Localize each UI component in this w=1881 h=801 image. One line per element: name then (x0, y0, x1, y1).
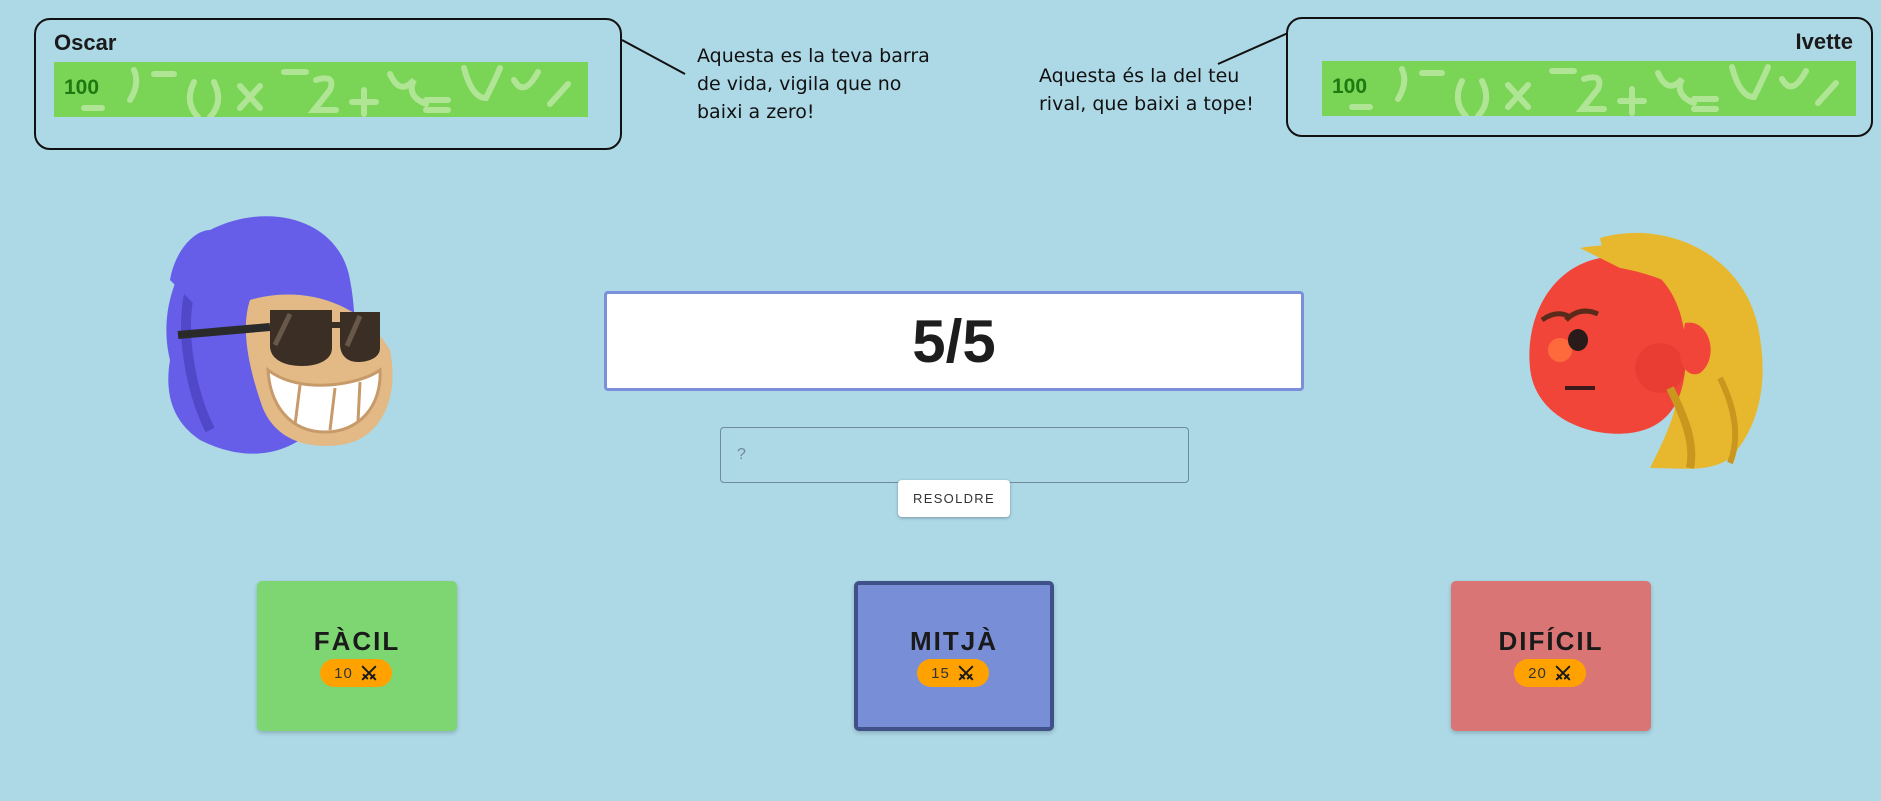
level-title: DIFÍCIL (1498, 626, 1604, 656)
hard-level-card[interactable]: DIFÍCIL 20 (1451, 581, 1651, 731)
math-symbols-pattern (81, 65, 571, 117)
player-health-bar: 100 (54, 62, 588, 117)
points-badge: 15 (917, 659, 989, 687)
points-value: 20 (1528, 664, 1547, 682)
level-title: FÀCIL (313, 626, 401, 656)
player-hp-value: 100 (64, 76, 100, 99)
player-health-panel: Oscar 100 (34, 18, 622, 150)
swords-icon (958, 665, 974, 681)
rival-health-bar: 100 (1322, 61, 1856, 116)
level-title: MITJÀ (910, 626, 998, 656)
points-badge: 20 (1514, 659, 1586, 687)
player-health-tip: Aquesta es la teva barra de vida, vigila… (697, 45, 930, 123)
points-value: 15 (931, 664, 950, 682)
rival-name: Ivette (1795, 29, 1853, 54)
rival-health-tip: Aquesta és la del teu rival, que baixi a… (1039, 65, 1254, 115)
solve-button[interactable]: RESOLDRE (898, 480, 1010, 517)
swords-icon (1555, 665, 1571, 681)
rival-hp-value: 100 (1332, 75, 1368, 98)
swords-icon (361, 665, 377, 681)
player-avatar (166, 216, 393, 454)
answer-input[interactable] (720, 427, 1189, 483)
rival-avatar (1529, 232, 1763, 469)
rival-health-panel: Ivette 100 (1286, 17, 1873, 137)
math-symbols-pattern (1349, 64, 1839, 116)
player-name: Oscar (54, 30, 117, 55)
medium-level-card[interactable]: MITJÀ 15 (854, 581, 1054, 731)
points-badge: 10 (320, 659, 392, 687)
easy-level-card[interactable]: FÀCIL 10 (257, 581, 457, 731)
problem-display: 5/5 (604, 291, 1304, 391)
points-value: 10 (334, 664, 353, 682)
